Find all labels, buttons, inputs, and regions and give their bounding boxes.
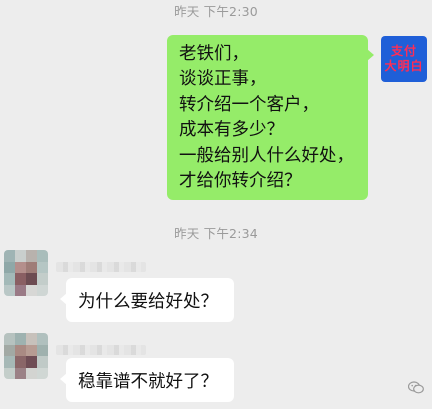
contact-name-blurred bbox=[56, 262, 146, 272]
contact-avatar[interactable] bbox=[4, 333, 48, 379]
avatar-text: 大明白 bbox=[384, 59, 424, 73]
incoming-message-bubble[interactable]: 稳靠谱不就好了？ bbox=[60, 358, 234, 402]
message-line: 才给你转介绍？ bbox=[179, 171, 302, 192]
message-line: 谈谈正事， bbox=[179, 69, 267, 90]
outgoing-message-bubble[interactable]: 老铁们， 谈谈正事， 转介绍一个客户， 成本有多少？ 一般给别人什么好处， 才给… bbox=[167, 35, 374, 200]
watermark bbox=[408, 381, 424, 394]
contact-name-blurred bbox=[56, 345, 146, 355]
message-line: 转介绍一个客户， bbox=[179, 94, 319, 115]
timestamp: 昨天 下午2:30 bbox=[174, 4, 258, 19]
self-avatar[interactable]: 支付 大明白 bbox=[381, 36, 427, 82]
message-line: 老铁们， bbox=[179, 44, 249, 64]
timestamp: 昨天 下午2:34 bbox=[174, 226, 258, 241]
avatar-text: 支付 bbox=[390, 44, 417, 58]
message-line: 成本有多少？ bbox=[179, 120, 284, 141]
message-line: 一般给别人什么好处， bbox=[179, 145, 354, 166]
contact-avatar[interactable] bbox=[4, 250, 48, 296]
incoming-message-bubble[interactable]: 为什么要给好处？ bbox=[60, 278, 234, 322]
wechat-official-account-icon bbox=[408, 381, 424, 394]
